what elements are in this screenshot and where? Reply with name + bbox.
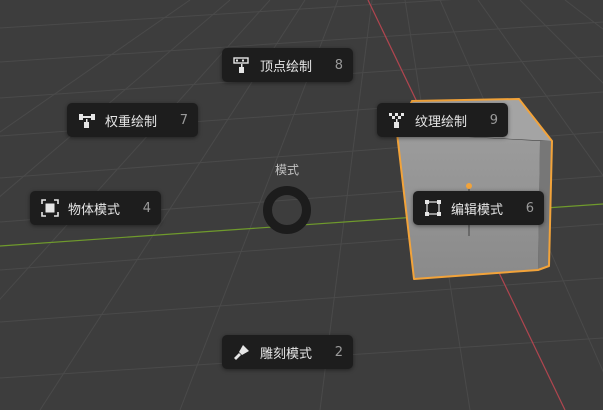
pie-item-label: 权重绘制 [105,114,158,130]
pie-menu-title: 模式 [274,163,299,177]
pie-item-shortcut: 7 [179,112,188,128]
vertex-paint-icon [232,55,252,75]
pie-item-label: 顶点绘制 [260,59,313,75]
pie-item-edit-mode[interactable]: 编辑模式 6 [413,191,544,225]
pie-item-shortcut: 6 [525,200,534,216]
pie-item-shortcut: 4 [142,200,151,216]
pie-item-label: 编辑模式 [451,202,504,218]
weight-paint-icon [77,110,97,130]
edit-mode-icon [423,198,443,218]
pie-item-weight-paint[interactable]: 权重绘制 7 [67,103,198,137]
sculpt-mode-icon [232,342,252,362]
pie-item-sculpt-mode[interactable]: 雕刻模式 2 [222,335,353,369]
pie-item-label: 雕刻模式 [260,346,313,362]
pie-item-object-mode[interactable]: 物体模式 4 [30,191,161,225]
pie-item-label: 纹理绘制 [415,114,468,130]
pie-item-shortcut: 2 [334,344,343,360]
object-mode-icon [40,198,60,218]
texture-paint-icon [387,110,407,130]
pie-item-texture-paint[interactable]: 纹理绘制 9 [377,103,508,137]
pie-item-vertex-paint[interactable]: 顶点绘制 8 [222,48,353,82]
pie-item-shortcut: 8 [334,57,343,73]
pie-item-label: 物体模式 [68,202,121,218]
pie-center-ring [263,186,311,234]
pie-item-shortcut: 9 [489,112,498,128]
